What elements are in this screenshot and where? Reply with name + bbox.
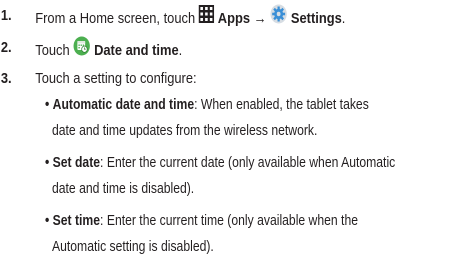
bullet-term: Set time (52, 213, 101, 229)
step-1-period: . (341, 9, 346, 27)
bullet-term: Set date (52, 155, 101, 171)
bullet-continuation: date and time is disabled). (52, 181, 195, 197)
settings-gear-icon (270, 4, 287, 30)
bullet-term: Automatic date and time (52, 97, 195, 113)
bullet-continuation: Automatic setting is disabled). (52, 239, 214, 255)
step-2-lead-text: Touch (35, 41, 74, 59)
step-text: From a Home screen, touch Apps → Setting… (35, 4, 346, 32)
bullet-set-time: • Set time: Enter the current time (only… (45, 211, 358, 231)
date-and-time-label: Date and time (94, 41, 179, 59)
bullet-description: : Enter the current time (only available… (100, 213, 358, 229)
bullet-automatic-date-time: • Automatic date and time: When enabled,… (45, 95, 369, 115)
step-number: 1. (0, 7, 12, 24)
bullet-description: : Enter the current date (only available… (100, 155, 396, 171)
bullet-dot: • (45, 155, 50, 171)
bullet-dot: • (45, 213, 50, 229)
bullet-description: : When enabled, the tablet takes (194, 97, 369, 113)
bullet-dot: • (45, 97, 50, 113)
date-and-time-icon (73, 36, 91, 62)
apps-grid-icon (198, 5, 215, 29)
instructions-page: 1. From a Home screen, touch Apps → Sett… (0, 0, 475, 272)
arrow-separator: → (253, 9, 267, 27)
bullet-set-date: • Set date: Enter the current date (only… (45, 153, 395, 173)
step-number: 3. (0, 70, 12, 87)
step-number: 2. (0, 39, 12, 56)
step-text: Touch a setting to configure: (35, 70, 197, 87)
step-1-lead-text: From a Home screen, touch (35, 9, 199, 27)
apps-label: Apps (217, 9, 251, 27)
settings-label: Settings (290, 9, 342, 27)
step-2-period: . (178, 41, 183, 59)
bullet-continuation: date and time updates from the wireless … (52, 123, 318, 139)
step-text: Touch Date and time. (35, 36, 183, 64)
